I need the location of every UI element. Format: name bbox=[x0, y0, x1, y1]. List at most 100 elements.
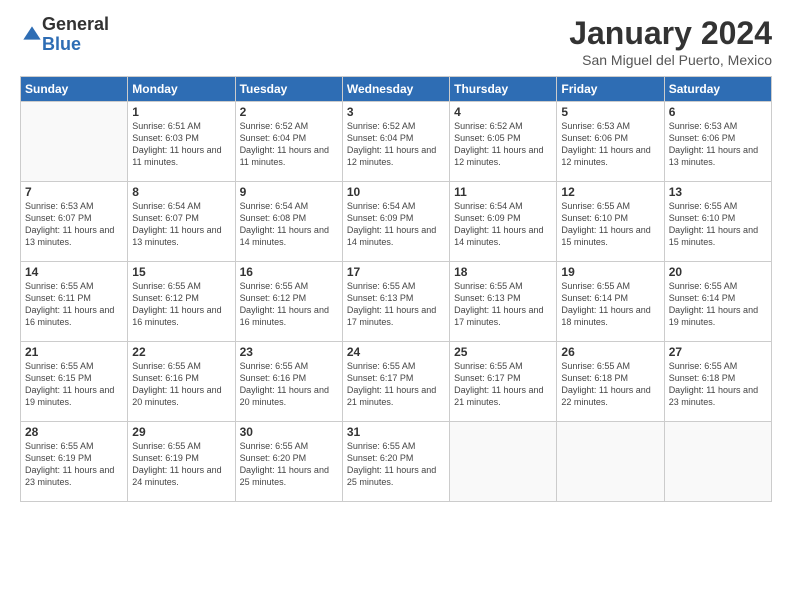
day-number: 9 bbox=[240, 185, 338, 199]
day-number: 30 bbox=[240, 425, 338, 439]
logo-general: General bbox=[42, 15, 109, 35]
table-row bbox=[557, 422, 664, 502]
day-number: 28 bbox=[25, 425, 123, 439]
table-row: 17Sunrise: 6:55 AMSunset: 6:13 PMDayligh… bbox=[342, 262, 449, 342]
day-info: Sunrise: 6:55 AMSunset: 6:15 PMDaylight:… bbox=[25, 360, 123, 409]
day-info: Sunrise: 6:54 AMSunset: 6:07 PMDaylight:… bbox=[132, 200, 230, 249]
day-number: 17 bbox=[347, 265, 445, 279]
day-number: 4 bbox=[454, 105, 552, 119]
table-row: 16Sunrise: 6:55 AMSunset: 6:12 PMDayligh… bbox=[235, 262, 342, 342]
day-info: Sunrise: 6:55 AMSunset: 6:14 PMDaylight:… bbox=[561, 280, 659, 329]
calendar-header-row: Sunday Monday Tuesday Wednesday Thursday… bbox=[21, 77, 772, 102]
day-number: 20 bbox=[669, 265, 767, 279]
table-row: 21Sunrise: 6:55 AMSunset: 6:15 PMDayligh… bbox=[21, 342, 128, 422]
calendar-week-row: 14Sunrise: 6:55 AMSunset: 6:11 PMDayligh… bbox=[21, 262, 772, 342]
day-info: Sunrise: 6:55 AMSunset: 6:18 PMDaylight:… bbox=[669, 360, 767, 409]
day-number: 31 bbox=[347, 425, 445, 439]
col-monday: Monday bbox=[128, 77, 235, 102]
table-row: 22Sunrise: 6:55 AMSunset: 6:16 PMDayligh… bbox=[128, 342, 235, 422]
table-row: 6Sunrise: 6:53 AMSunset: 6:06 PMDaylight… bbox=[664, 102, 771, 182]
table-row: 28Sunrise: 6:55 AMSunset: 6:19 PMDayligh… bbox=[21, 422, 128, 502]
day-info: Sunrise: 6:55 AMSunset: 6:19 PMDaylight:… bbox=[132, 440, 230, 489]
col-saturday: Saturday bbox=[664, 77, 771, 102]
day-info: Sunrise: 6:55 AMSunset: 6:16 PMDaylight:… bbox=[240, 360, 338, 409]
table-row: 8Sunrise: 6:54 AMSunset: 6:07 PMDaylight… bbox=[128, 182, 235, 262]
table-row: 13Sunrise: 6:55 AMSunset: 6:10 PMDayligh… bbox=[664, 182, 771, 262]
day-number: 10 bbox=[347, 185, 445, 199]
table-row: 15Sunrise: 6:55 AMSunset: 6:12 PMDayligh… bbox=[128, 262, 235, 342]
day-info: Sunrise: 6:55 AMSunset: 6:12 PMDaylight:… bbox=[132, 280, 230, 329]
day-info: Sunrise: 6:55 AMSunset: 6:10 PMDaylight:… bbox=[669, 200, 767, 249]
table-row: 5Sunrise: 6:53 AMSunset: 6:06 PMDaylight… bbox=[557, 102, 664, 182]
table-row: 3Sunrise: 6:52 AMSunset: 6:04 PMDaylight… bbox=[342, 102, 449, 182]
day-number: 19 bbox=[561, 265, 659, 279]
calendar-week-row: 28 Sunrise: 6:55 AMSunset: 6:19 PMDayligh… bbox=[21, 422, 772, 502]
logo: General Blue bbox=[20, 15, 109, 55]
day-number: 29 bbox=[132, 425, 230, 439]
day-number: 11 bbox=[454, 185, 552, 199]
table-row: 11Sunrise: 6:54 AMSunset: 6:09 PMDayligh… bbox=[450, 182, 557, 262]
calendar-week-row: 21Sunrise: 6:55 AMSunset: 6:15 PMDayligh… bbox=[21, 342, 772, 422]
day-info: Sunrise: 6:54 AMSunset: 6:09 PMDaylight:… bbox=[454, 200, 552, 249]
table-row: 30Sunrise: 6:55 AMSunset: 6:20 PMDayligh… bbox=[235, 422, 342, 502]
day-info: Sunrise: 6:53 AMSunset: 6:06 PMDaylight:… bbox=[669, 120, 767, 169]
day-number: 21 bbox=[25, 345, 123, 359]
table-row: 10Sunrise: 6:54 AMSunset: 6:09 PMDayligh… bbox=[342, 182, 449, 262]
month-title: January 2024 bbox=[569, 15, 772, 52]
calendar-table: Sunday Monday Tuesday Wednesday Thursday… bbox=[20, 76, 772, 502]
day-info: Sunrise: 6:54 AMSunset: 6:09 PMDaylight:… bbox=[347, 200, 445, 249]
table-row bbox=[21, 102, 128, 182]
day-number: 27 bbox=[669, 345, 767, 359]
table-row: 2Sunrise: 6:52 AMSunset: 6:04 PMDaylight… bbox=[235, 102, 342, 182]
day-number: 2 bbox=[240, 105, 338, 119]
day-number: 13 bbox=[669, 185, 767, 199]
day-number: 16 bbox=[240, 265, 338, 279]
day-number: 25 bbox=[454, 345, 552, 359]
logo-blue: Blue bbox=[42, 35, 109, 55]
day-info: Sunrise: 6:55 AMSunset: 6:10 PMDaylight:… bbox=[561, 200, 659, 249]
logo-icon bbox=[22, 25, 42, 45]
day-info: Sunrise: 6:52 AMSunset: 6:04 PMDaylight:… bbox=[240, 120, 338, 169]
day-number: 23 bbox=[240, 345, 338, 359]
day-info: Sunrise: 6:55 AMSunset: 6:16 PMDaylight:… bbox=[132, 360, 230, 409]
day-number: 6 bbox=[669, 105, 767, 119]
day-number: 3 bbox=[347, 105, 445, 119]
table-row: 24Sunrise: 6:55 AMSunset: 6:17 PMDayligh… bbox=[342, 342, 449, 422]
col-sunday: Sunday bbox=[21, 77, 128, 102]
day-info: Sunrise: 6:51 AMSunset: 6:03 PMDaylight:… bbox=[132, 120, 230, 169]
header: General Blue January 2024 San Miguel del… bbox=[20, 15, 772, 68]
day-number: 5 bbox=[561, 105, 659, 119]
day-info: Sunrise: 6:55 AMSunset: 6:17 PMDaylight:… bbox=[454, 360, 552, 409]
day-info: Sunrise: 6:55 AMSunset: 6:13 PMDaylight:… bbox=[347, 280, 445, 329]
day-info: Sunrise: 6:55 AMSunset: 6:14 PMDaylight:… bbox=[669, 280, 767, 329]
col-thursday: Thursday bbox=[450, 77, 557, 102]
day-info: Sunrise: 6:52 AMSunset: 6:04 PMDaylight:… bbox=[347, 120, 445, 169]
table-row: 20Sunrise: 6:55 AMSunset: 6:14 PMDayligh… bbox=[664, 262, 771, 342]
col-friday: Friday bbox=[557, 77, 664, 102]
table-row: 1Sunrise: 6:51 AMSunset: 6:03 PMDaylight… bbox=[128, 102, 235, 182]
table-row bbox=[450, 422, 557, 502]
table-row: 27Sunrise: 6:55 AMSunset: 6:18 PMDayligh… bbox=[664, 342, 771, 422]
day-number: 15 bbox=[132, 265, 230, 279]
table-row: 14Sunrise: 6:55 AMSunset: 6:11 PMDayligh… bbox=[21, 262, 128, 342]
day-info: Sunrise: 6:55 AMSunset: 6:11 PMDaylight:… bbox=[25, 280, 123, 329]
location: San Miguel del Puerto, Mexico bbox=[569, 52, 772, 68]
table-row: 31Sunrise: 6:55 AMSunset: 6:20 PMDayligh… bbox=[342, 422, 449, 502]
day-number: 7 bbox=[25, 185, 123, 199]
day-info: Sunrise: 6:55 AMSunset: 6:13 PMDaylight:… bbox=[454, 280, 552, 329]
table-row: 9Sunrise: 6:54 AMSunset: 6:08 PMDaylight… bbox=[235, 182, 342, 262]
day-number: 24 bbox=[347, 345, 445, 359]
table-row: 23Sunrise: 6:55 AMSunset: 6:16 PMDayligh… bbox=[235, 342, 342, 422]
day-info: Sunrise: 6:55 AMSunset: 6:20 PMDaylight:… bbox=[347, 440, 445, 489]
day-number: 12 bbox=[561, 185, 659, 199]
table-row: 12Sunrise: 6:55 AMSunset: 6:10 PMDayligh… bbox=[557, 182, 664, 262]
calendar-body: 1Sunrise: 6:51 AMSunset: 6:03 PMDaylight… bbox=[21, 102, 772, 502]
table-row bbox=[664, 422, 771, 502]
day-number: 8 bbox=[132, 185, 230, 199]
table-row: 29Sunrise: 6:55 AMSunset: 6:19 PMDayligh… bbox=[128, 422, 235, 502]
page: General Blue January 2024 San Miguel del… bbox=[0, 0, 792, 612]
table-row: 26Sunrise: 6:55 AMSunset: 6:18 PMDayligh… bbox=[557, 342, 664, 422]
day-info: Sunrise: 6:54 AMSunset: 6:08 PMDaylight:… bbox=[240, 200, 338, 249]
day-info: Sunrise: 6:55 AMSunset: 6:12 PMDaylight:… bbox=[240, 280, 338, 329]
col-tuesday: Tuesday bbox=[235, 77, 342, 102]
